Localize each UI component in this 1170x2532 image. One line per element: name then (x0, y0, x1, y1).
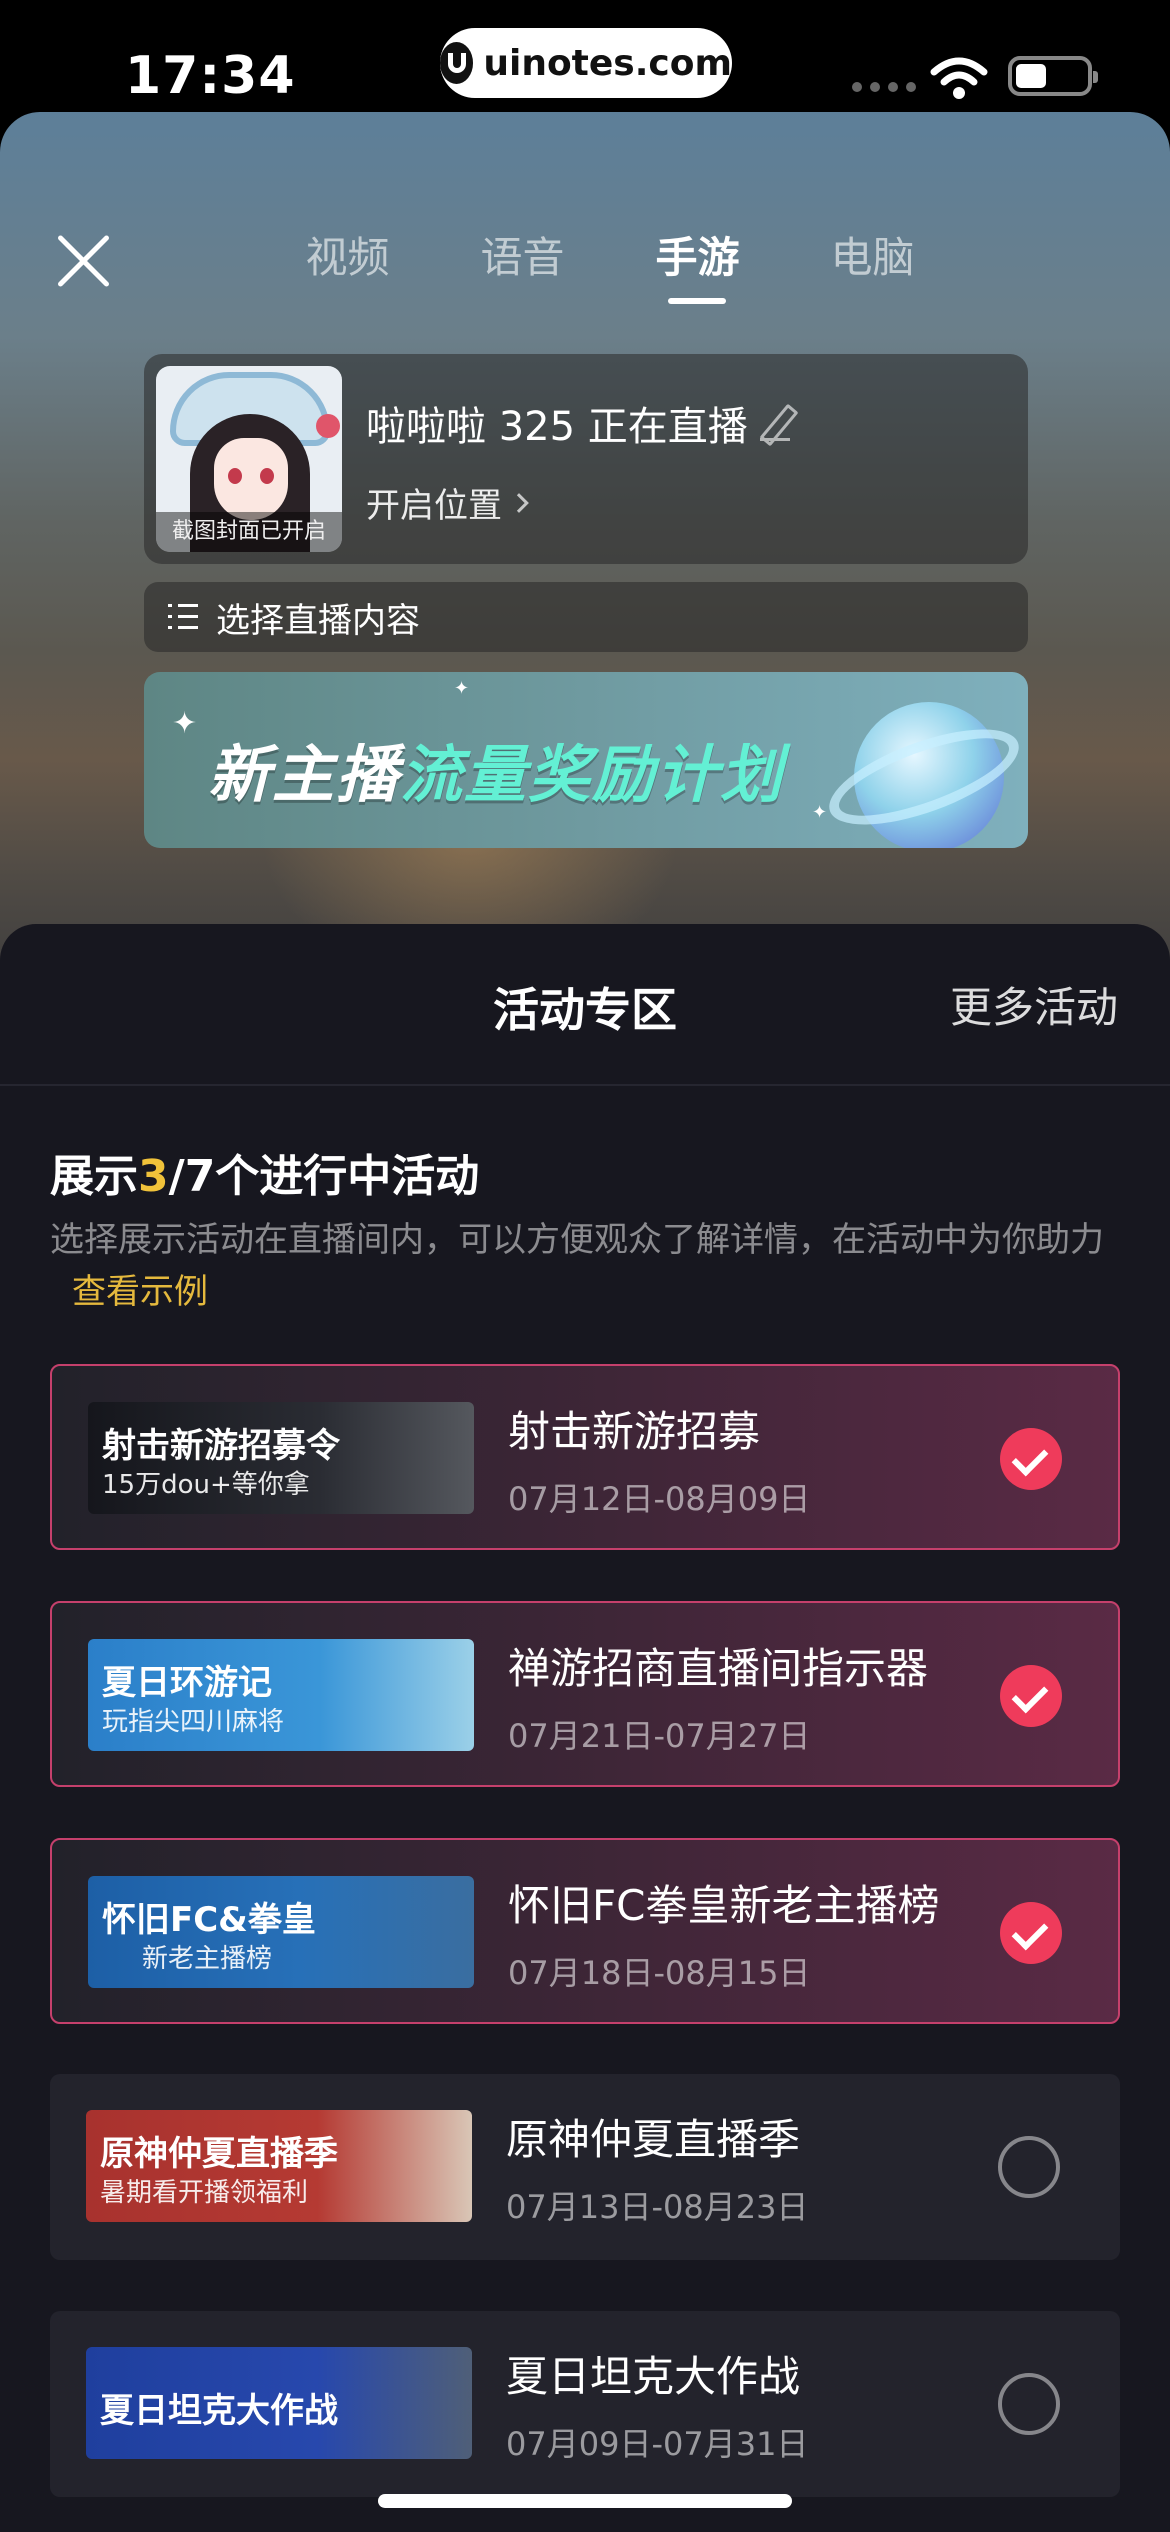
location-label: 开启位置 (366, 486, 502, 526)
activity-card[interactable]: 夏日坦克大作战 夏日坦克大作战 07月09日-07月31日 (50, 2311, 1120, 2497)
tab-voice[interactable]: 语音 (435, 224, 610, 304)
activity-name: 怀旧FC拳皇新老主播榜 (508, 1881, 940, 1930)
tab-mobile-game[interactable]: 手游 (610, 224, 785, 304)
tab-pc[interactable]: 电脑 (785, 224, 960, 304)
activity-card[interactable]: 射击新游招募令 15万dou+等你拿 射击新游招募 07月12日-08月09日 (50, 1364, 1120, 1550)
thumb-title: 射击新游招募令 (102, 1426, 340, 1466)
thumb-title: 怀旧FC&拳皇 (102, 1900, 316, 1940)
close-icon[interactable] (52, 230, 114, 292)
room-title-text: 啦啦啦 325 正在直播 (366, 404, 748, 450)
show-count-title: 展示3/7个进行中活动 (50, 1140, 479, 1204)
status-time: 17:34 (125, 46, 296, 106)
activity-name: 射击新游招募 (508, 1407, 761, 1456)
sparkle-icon: ✦ (172, 706, 198, 741)
select-live-content-label: 选择直播内容 (216, 600, 420, 641)
home-indicator[interactable] (378, 2494, 792, 2508)
activity-date: 07月12日-08月09日 (508, 1480, 811, 1518)
select-live-content-button[interactable]: 选择直播内容 (144, 582, 1028, 652)
thumb-title: 夏日环游记 (102, 1663, 272, 1703)
checked-icon[interactable] (1000, 1428, 1062, 1490)
banner-text-highlight: 流量奖励计划 (400, 738, 785, 811)
cover-caption: 截图封面已开启 (156, 512, 342, 552)
activity-thumbnail: 射击新游招募令 15万dou+等你拿 (88, 1402, 474, 1514)
activity-thumbnail: 夏日坦克大作战 (86, 2347, 472, 2459)
location-toggle[interactable]: 开启位置 (366, 478, 529, 527)
activity-thumbnail: 怀旧FC&拳皇 新老主播榜 (88, 1876, 474, 1988)
live-setup-sheet: 视频 语音 手游 电脑 截图封面已开启 啦啦啦 325 正在直播 开启位置 选择… (0, 112, 1170, 1012)
activity-date: 07月13日-08月23日 (506, 2188, 809, 2226)
thumb-subtitle: 玩指尖四川麻将 (102, 1707, 285, 1737)
activity-date: 07月21日-07月27日 (508, 1717, 811, 1755)
unchecked-icon[interactable] (998, 2373, 1060, 2435)
chevron-right-icon (509, 492, 529, 513)
sparkle-icon: ✦ (812, 802, 828, 823)
unchecked-icon[interactable] (998, 2136, 1060, 2198)
live-profile-card: 截图封面已开启 啦啦啦 325 正在直播 开启位置 (144, 354, 1028, 564)
show-prefix: 展示 (50, 1151, 138, 1202)
thumb-subtitle: 暑期看开播领福利 (100, 2178, 309, 2208)
more-activities-link[interactable]: 更多活动 (950, 974, 1118, 1035)
activity-name: 夏日坦克大作战 (506, 2352, 801, 2401)
checked-icon[interactable] (1000, 1665, 1062, 1727)
divider (0, 1084, 1170, 1086)
activity-card[interactable]: 原神仲夏直播季 暑期看开播领福利 原神仲夏直播季 07月13日-08月23日 (50, 2074, 1120, 2260)
url-pill[interactable]: uinotes.com (440, 28, 732, 98)
activity-date: 07月09日-07月31日 (506, 2425, 809, 2463)
activity-date: 07月18日-08月15日 (508, 1954, 811, 1992)
wifi-icon (930, 57, 988, 99)
cover-image[interactable]: 截图封面已开启 (156, 366, 342, 552)
description-text: 选择展示活动在直播间内，可以方便观众了解详情，在活动中为你助力 (50, 1220, 1104, 1260)
room-title[interactable]: 啦啦啦 325 正在直播 (366, 394, 794, 452)
activity-name: 禅游招商直播间指示器 (508, 1644, 929, 1693)
edit-pencil-icon[interactable] (758, 405, 794, 441)
thumb-subtitle: 15万dou+等你拿 (102, 1470, 310, 1500)
cellular-signal-icon (852, 82, 916, 92)
activity-thumbnail: 原神仲夏直播季 暑期看开播领福利 (86, 2110, 472, 2222)
activity-card[interactable]: 夏日环游记 玩指尖四川麻将 禅游招商直播间指示器 07月21日-07月27日 (50, 1601, 1120, 1787)
banner-text-main: 新主播 (208, 738, 401, 811)
show-count: 3 (138, 1151, 169, 1202)
category-tabs: 视频 语音 手游 电脑 (260, 224, 960, 304)
sparkle-icon: ✦ (454, 678, 470, 699)
banner-text: 新主播流量奖励计划 (208, 724, 784, 814)
checked-icon[interactable] (1000, 1902, 1062, 1964)
thumb-subtitle: 新老主播榜 (142, 1944, 273, 1974)
thumb-title: 夏日坦克大作战 (100, 2391, 338, 2431)
battery-icon (1008, 56, 1098, 96)
uinotes-logo-icon (440, 42, 474, 84)
activity-card[interactable]: 怀旧FC&拳皇 新老主播榜 怀旧FC拳皇新老主播榜 07月18日-08月15日 (50, 1838, 1120, 2024)
list-icon (168, 604, 198, 630)
activity-name: 原神仲夏直播季 (506, 2115, 801, 2164)
view-example-link[interactable]: 查看示例 (72, 1272, 208, 1312)
status-bar: 17:34 uinotes.com (0, 0, 1170, 120)
show-suffix: /7个进行中活动 (168, 1151, 480, 1202)
thumb-title: 原神仲夏直播季 (100, 2134, 338, 2174)
activity-thumbnail: 夏日环游记 玩指尖四川麻将 (88, 1639, 474, 1751)
new-streamer-banner[interactable]: ✦ ✦ ✦ 新主播流量奖励计划 (144, 672, 1028, 848)
tab-video[interactable]: 视频 (260, 224, 435, 304)
show-description: 选择展示活动在直播间内，可以方便观众了解详情，在活动中为你助力查看示例 (50, 1214, 1120, 1318)
url-text: uinotes.com (483, 42, 732, 84)
